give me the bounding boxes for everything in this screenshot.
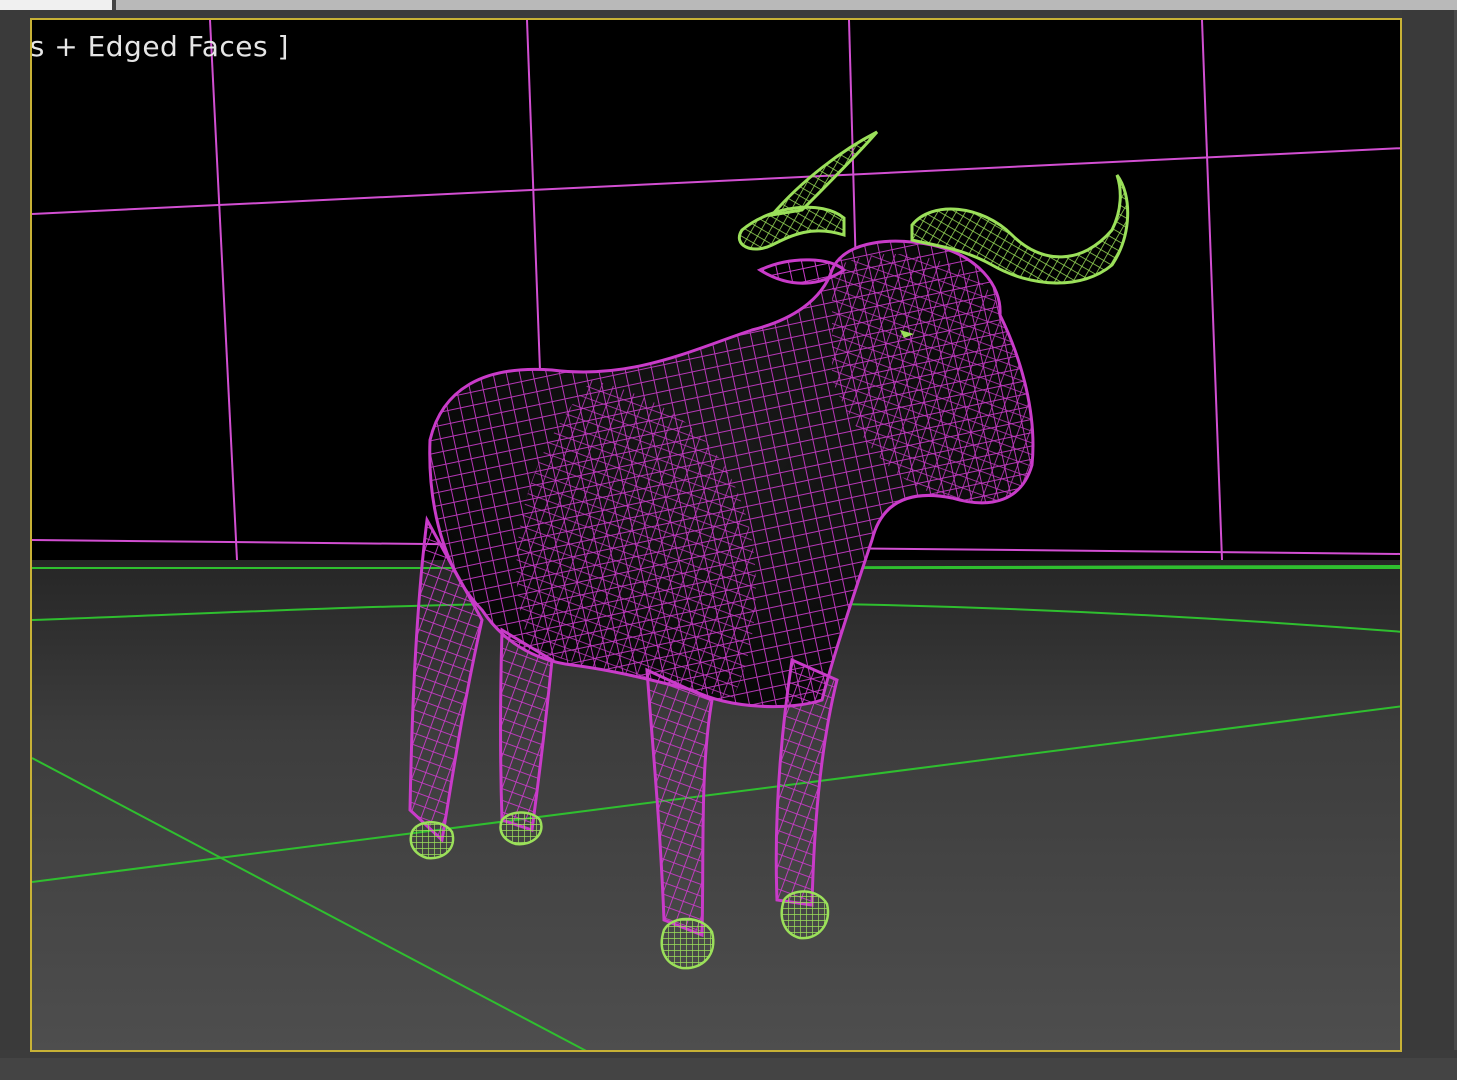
top-toolbar-strip (0, 0, 1457, 10)
perspective-viewport[interactable]: hts + Edged Faces ] (30, 18, 1402, 1052)
right-command-panel-edge (1402, 10, 1457, 1080)
timeline-bar[interactable] (0, 1058, 1457, 1080)
left-panel-edge (0, 10, 30, 1080)
toolbar-tab[interactable] (0, 0, 112, 10)
viewport-shading-label[interactable]: hts + Edged Faces ] (32, 30, 289, 63)
bottom-status-strip (0, 1050, 1457, 1080)
toolbar-scrollbar[interactable] (116, 0, 1457, 10)
viewport-scene[interactable] (32, 20, 1402, 1052)
